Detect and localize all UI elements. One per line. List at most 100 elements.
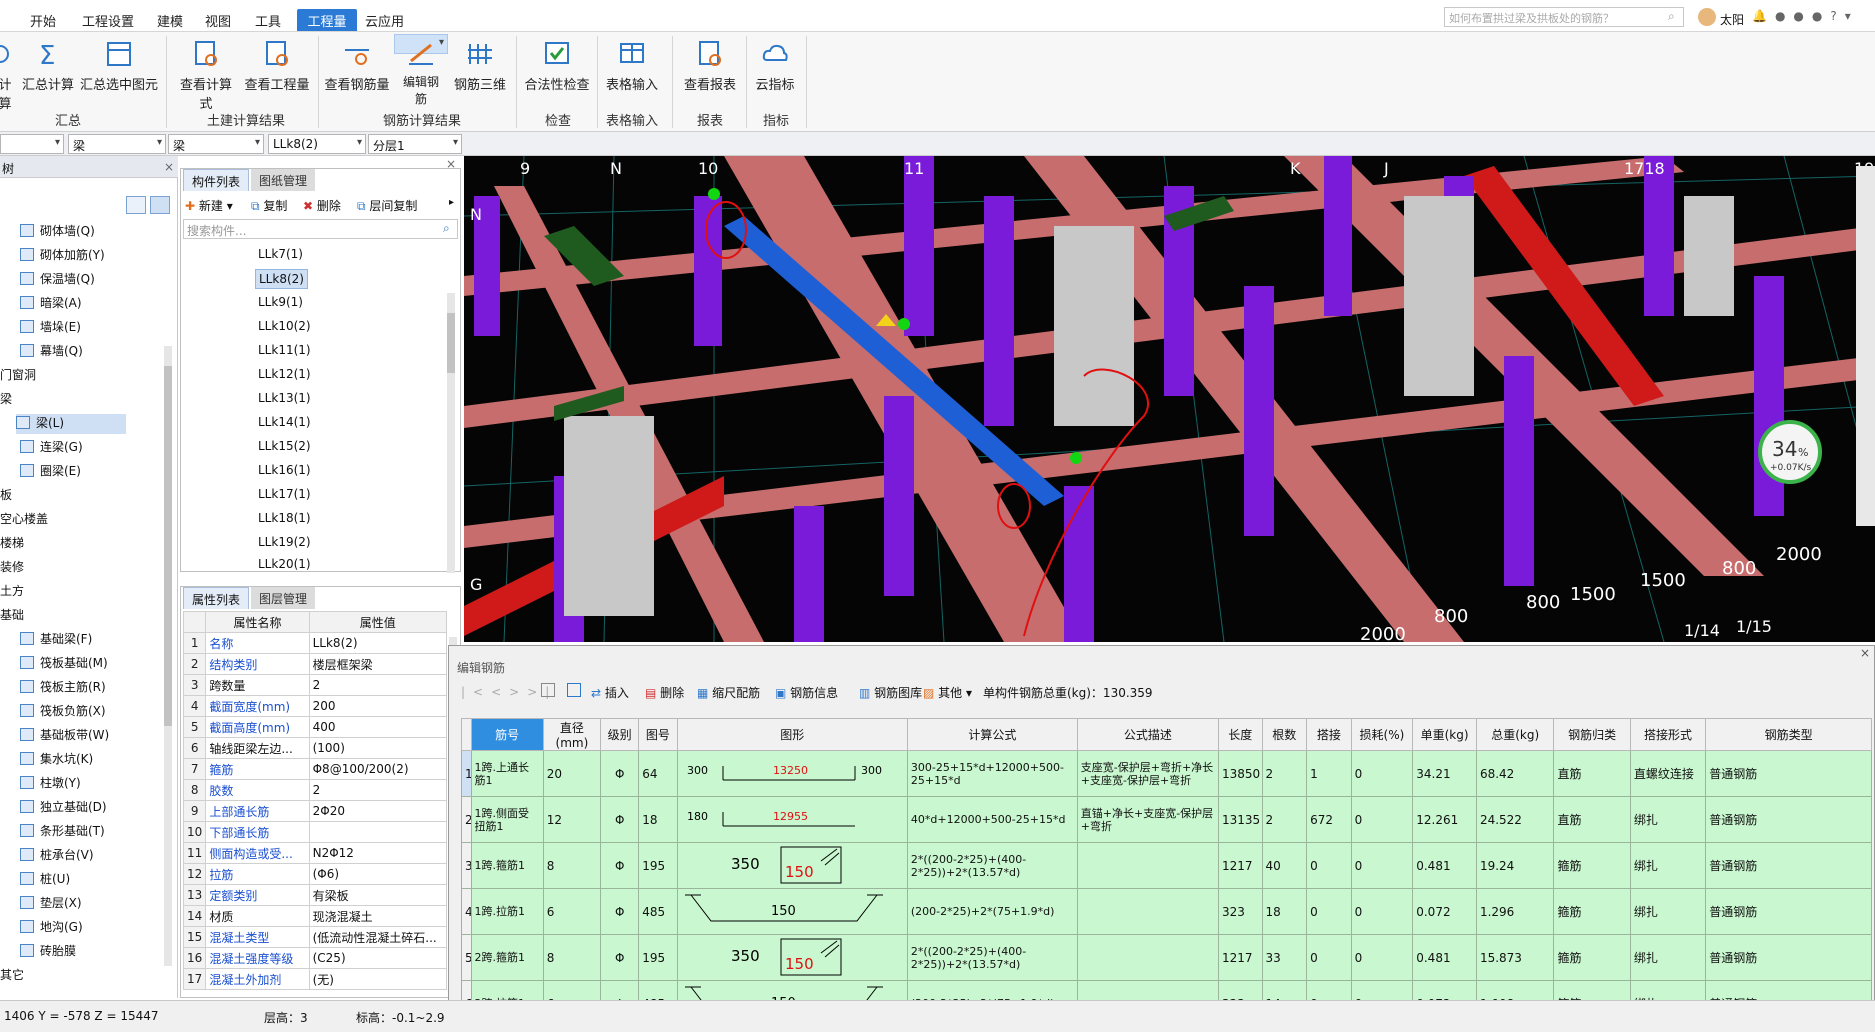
table-row[interactable]: 52跨.箍筋18Φ195 350 150 2*((200-2*25)+(400-2*2… bbox=[461, 934, 1872, 981]
cell-g[interactable]: Φ bbox=[600, 842, 640, 889]
property-row[interactable]: 12 拉筋 (Φ6) bbox=[182, 863, 448, 885]
cell-cat[interactable]: 直筋 bbox=[1553, 750, 1631, 797]
cell-desc[interactable]: 支座宽-保护层+弯折+净长+支座宽-保护层+弯折 bbox=[1076, 750, 1219, 797]
view-quantity-button[interactable]: 查看工程量 bbox=[244, 38, 310, 106]
cell-d[interactable]: 20 bbox=[542, 750, 602, 797]
cell-name[interactable]: 1跨.拉筋1 bbox=[470, 888, 544, 935]
property-value[interactable] bbox=[308, 821, 448, 843]
cell-type[interactable]: 普通钢筋 bbox=[1705, 842, 1872, 889]
cell-lapt[interactable]: 绑扎 bbox=[1629, 796, 1707, 843]
move-up-icon[interactable] bbox=[541, 683, 555, 697]
close-icon[interactable]: × bbox=[164, 160, 174, 174]
edit-rebar-button[interactable]: 编辑钢筋 bbox=[394, 34, 448, 106]
cell-unit[interactable]: 12.261 bbox=[1412, 796, 1477, 843]
cell-shape[interactable]: 350 150 bbox=[676, 934, 908, 981]
property-value[interactable]: N2Φ12 bbox=[308, 842, 448, 864]
column-header[interactable]: 直径(mm) bbox=[542, 718, 602, 751]
cell-fig[interactable]: 485 bbox=[638, 888, 678, 935]
cell-unit[interactable]: 0.072 bbox=[1412, 888, 1477, 935]
list-item[interactable]: LLk14(1) bbox=[255, 413, 314, 433]
property-row[interactable]: 14 材质 现浇混凝土 bbox=[182, 905, 448, 927]
cell-total[interactable]: 19.24 bbox=[1475, 842, 1555, 889]
grip-point[interactable] bbox=[898, 318, 910, 330]
cell-lap[interactable]: 1 bbox=[1306, 750, 1352, 797]
list-item[interactable]: LLk18(1) bbox=[255, 509, 314, 529]
cell-fig[interactable]: 18 bbox=[638, 796, 678, 843]
property-value[interactable]: LLk8(2) bbox=[308, 632, 448, 654]
category-selector[interactable]: 梁 bbox=[68, 134, 166, 154]
tree-group[interactable]: 装修 bbox=[0, 558, 24, 578]
tab-view[interactable]: 视图 bbox=[205, 9, 245, 31]
grip-point[interactable] bbox=[708, 188, 720, 200]
column-header[interactable]: 搭接形式 bbox=[1629, 718, 1707, 751]
tree-item[interactable]: 集水坑(K) bbox=[20, 750, 93, 770]
cell-lap[interactable]: 0 bbox=[1306, 934, 1352, 981]
list-item[interactable]: LLk10(2) bbox=[255, 317, 314, 337]
search-icon[interactable]: ⌕ bbox=[443, 221, 450, 236]
list-item[interactable]: LLk17(1) bbox=[255, 485, 314, 505]
tree-item[interactable]: 幕墙(Q) bbox=[20, 342, 83, 362]
cell-unit[interactable]: 34.21 bbox=[1412, 750, 1477, 797]
list-item[interactable]: LLk7(1) bbox=[255, 245, 306, 265]
property-row[interactable]: 5 截面高度(mm) 400 bbox=[182, 716, 448, 738]
cell-cat[interactable]: 箍筋 bbox=[1553, 888, 1631, 935]
summary-selected-button[interactable]: 汇总选中图元 bbox=[80, 38, 158, 106]
view-report-button[interactable]: 查看报表 bbox=[682, 38, 738, 106]
column-header[interactable]: 级别 bbox=[600, 718, 640, 751]
tab-layer-manage[interactable]: 图层管理 bbox=[251, 587, 316, 609]
property-value[interactable]: 有梁板 bbox=[308, 884, 448, 906]
column-header[interactable]: 公式描述 bbox=[1076, 718, 1219, 751]
cell-cnt[interactable]: 18 bbox=[1261, 888, 1308, 935]
tab-project-settings[interactable]: 工程设置 bbox=[82, 9, 142, 31]
cell-lap[interactable]: 0 bbox=[1306, 842, 1352, 889]
avatar[interactable] bbox=[1698, 8, 1716, 26]
tab-component-list[interactable]: 构件列表 bbox=[183, 169, 250, 191]
cell-unit[interactable]: 0.481 bbox=[1412, 934, 1477, 981]
cell-desc[interactable]: 直锚+净长+支座宽-保护层+弯折 bbox=[1076, 796, 1219, 843]
cell-loss[interactable]: 0 bbox=[1350, 934, 1414, 981]
help-search-input[interactable]: 如何布置拱过梁及拱板处的钢筋？ bbox=[1444, 7, 1684, 27]
column-header[interactable]: 钢筋归类 bbox=[1553, 718, 1631, 751]
tree-item[interactable]: 砌体墙(Q) bbox=[20, 222, 95, 242]
property-value[interactable]: 现浇混凝土 bbox=[308, 905, 448, 927]
validity-check-button[interactable]: 合法性检查 bbox=[524, 38, 590, 106]
column-header[interactable]: 图形 bbox=[676, 718, 908, 751]
tree-item[interactable]: 独立基础(D) bbox=[20, 798, 107, 818]
delete-button[interactable]: ✖ 删除 bbox=[303, 197, 341, 214]
property-value[interactable]: (C25) bbox=[308, 947, 448, 969]
cell-len[interactable]: 1217 bbox=[1217, 842, 1263, 889]
rebar-info-button[interactable]: ▣ 钢筋信息 bbox=[775, 684, 838, 701]
cell-g[interactable]: Φ bbox=[600, 888, 640, 935]
table-row[interactable]: 41跨.拉筋16Φ485 150 (200-2*25)+2*(75+1.9*d) 32… bbox=[461, 888, 1872, 935]
3d-viewport[interactable]: 9 N 10 11 K J 1718 19 N G 2000 800 1500 … bbox=[464, 156, 1875, 642]
tab-modeling[interactable]: 建模 bbox=[157, 9, 197, 31]
cell-name[interactable]: 1跨.侧面受扭筋1 bbox=[470, 796, 544, 843]
property-value[interactable]: 200 bbox=[308, 695, 448, 717]
tree-item[interactable]: 基础板带(W) bbox=[20, 726, 109, 746]
cell-loss[interactable]: 0 bbox=[1350, 796, 1414, 843]
cell-cnt[interactable]: 2 bbox=[1261, 750, 1308, 797]
tab-drawing-manage[interactable]: 图纸管理 bbox=[251, 169, 316, 191]
cell-formula[interactable]: 2*((200-2*25)+(400-2*25))+2*(13.57*d) bbox=[906, 934, 1078, 981]
cell-len[interactable]: 13850 bbox=[1217, 750, 1263, 797]
cell-g[interactable]: Φ bbox=[600, 750, 640, 797]
cell-g[interactable]: Φ bbox=[600, 934, 640, 981]
tree-group[interactable]: 土方 bbox=[0, 582, 24, 602]
property-row[interactable]: 11 侧面构造或受... N2Φ12 bbox=[182, 842, 448, 864]
column-header[interactable]: 筋号 bbox=[470, 718, 544, 751]
type-selector[interactable]: 梁 bbox=[168, 134, 264, 154]
tree-item[interactable]: 砖胎膜 bbox=[20, 942, 76, 962]
tree-item[interactable]: 保温墙(Q) bbox=[20, 270, 95, 290]
cell-loss[interactable]: 0 bbox=[1350, 750, 1414, 797]
summary-calc-button[interactable]: Σ 汇总计算 bbox=[20, 38, 76, 106]
tree-scrollbar[interactable] bbox=[164, 346, 172, 966]
cell-fig[interactable]: 195 bbox=[638, 934, 678, 981]
cell-len[interactable]: 13135 bbox=[1217, 796, 1263, 843]
tab-start[interactable]: 开始 bbox=[30, 9, 78, 31]
view-toolbar[interactable] bbox=[1856, 166, 1875, 526]
delete-button[interactable]: ▤ 删除 bbox=[645, 684, 684, 701]
cell-type[interactable]: 普通钢筋 bbox=[1705, 750, 1872, 797]
cell-g[interactable]: Φ bbox=[600, 796, 640, 843]
property-row[interactable]: 15 混凝土类型 (低流动性混凝土碎石... bbox=[182, 926, 448, 948]
property-row[interactable]: 2 结构类别 楼层框架梁 bbox=[182, 653, 448, 675]
